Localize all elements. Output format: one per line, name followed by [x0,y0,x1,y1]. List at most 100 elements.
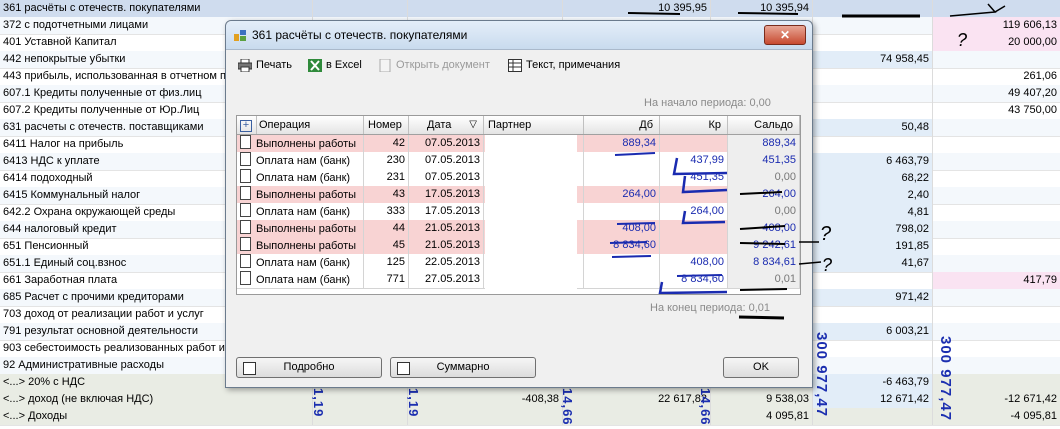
account-name: 651.1 Единый соц.взнос [3,257,127,269]
account-cell [932,204,1060,221]
account-name: 644 налоговый кредит [3,223,117,235]
account-name: 642.2 Охрана окружающей среды [3,206,176,218]
account-cell-value: 41,67 [901,257,929,269]
account-name: 607.1 Кредиты полученные от физ.лиц [3,87,202,99]
close-button[interactable]: ✕ [764,25,806,45]
detailed-button[interactable]: Подробно [236,357,382,378]
print-label: Печать [256,59,293,71]
vertical-total-label: 300 977,47 [937,336,954,422]
account-cell: 417,79 [932,272,1060,289]
account-cell [932,170,1060,187]
print-button[interactable]: Печать [238,57,292,73]
account-cell: -6 463,79 [812,374,933,391]
account-cell-value: 6 003,21 [886,325,929,337]
account-cell: 6 463,79 [812,153,933,170]
account-cell-value: 191,85 [895,240,929,252]
excel-icon [308,58,322,72]
table-icon [508,58,522,72]
account-cell: 9 538,03 [710,391,813,408]
account-cell-value: 12 671,42 [880,393,929,405]
account-cell [932,153,1060,170]
text-notes-button[interactable]: Текст, примечания [508,57,620,73]
account-cell-value: 9 538,03 [766,393,809,405]
hand-annotation-end [738,315,785,320]
account-cell: 4 095,81 [710,408,813,425]
vertical-total-label: 300 977,47 [813,332,830,418]
open-document-button[interactable]: Открыть документ [378,57,490,73]
text-notes-label: Текст, примечания [526,59,621,71]
account-cell-value: 68,22 [901,172,929,184]
account-name: 401 Уставной Капитал [3,36,117,48]
account-cell: 43 750,00 [932,102,1060,119]
account-cell [407,408,563,425]
account-cell: 2,40 [812,187,933,204]
start-period-balance: На начало периода: 0,00 [644,97,771,109]
hand-annotation-arrows [798,241,822,265]
account-name: 661 Заработная плата [3,274,118,286]
vertical-total-label: 14,66 [560,388,575,426]
account-cell: 6 003,21 [812,323,933,340]
excel-button[interactable]: в Excel [308,57,362,73]
account-name: 631 расчеты с отечеств. поставщиками [3,121,204,133]
account-cell [407,0,563,17]
ok-button[interactable]: OK [723,357,799,378]
account-cell-value: 4,81 [907,206,929,218]
vertical-total-label: 1,19 [311,388,326,418]
dialog-titlebar[interactable]: 361 расчёты с отечеств. покупателями ✕ [226,21,812,50]
account-name: 651 Пенсионный [3,240,89,252]
account-cell [932,187,1060,204]
account-name: 607.2 Кредиты полученные от Юр.Лиц [3,104,200,116]
dialog-title: 361 расчёты с отечеств. покупателями [252,28,468,42]
summary-button[interactable]: Суммарно [390,357,536,378]
account-name: 443 прибыль, использованная в отчетном п [3,70,226,82]
account-cell-value: 49 407,20 [1008,87,1057,99]
account-cell [812,357,933,374]
account-cell [812,306,933,323]
account-cell: 49 407,20 [932,85,1060,102]
account-name: <...> Доходы [3,410,68,422]
account-cell-value: 2,40 [907,189,929,201]
account-name: 6413 НДС к уплате [3,155,100,167]
printer-icon [238,58,252,72]
account-cell-value: 417,79 [1023,274,1057,286]
account-name: 903 себестоимость реализованных работ и [3,342,225,354]
account-row[interactable]: <...> доход (не включая НДС) -408,38 22 61… [0,391,1060,409]
account-cell [812,85,933,102]
account-cell [932,306,1060,323]
account-name: 685 Расчет с прочими кредиторами [3,291,184,303]
app-icon [234,30,246,41]
account-cell: 22 617,82 [562,391,711,408]
document-icon [379,58,391,72]
account-cell-value: 50,48 [901,121,929,133]
account-cell [812,408,933,425]
question-mark-annotation: ? [957,30,968,50]
account-name: 791 результат основной деятельности [3,325,198,337]
account-name: 361 расчёты с отечеств. покупателями [3,2,201,14]
account-cell [812,102,933,119]
hand-annotations-grid [609,152,788,294]
account-cell: 12 671,42 [812,391,933,408]
account-cell [312,391,408,408]
account-cell-value: 43 750,00 [1008,104,1057,116]
account-cell [932,119,1060,136]
account-cell: 261,06 [932,68,1060,85]
detailed-label: Подробно [283,361,335,373]
account-cell [812,340,933,357]
account-cell: 50,48 [812,119,933,136]
account-cell [312,0,408,17]
account-name: 372 с подотчетными лицами [3,19,149,31]
account-cell [932,289,1060,306]
account-cell [312,408,408,425]
account-cell [812,136,933,153]
account-cell [562,408,711,425]
transactions-grid: + Операция Номер Дата ▽ Партнер Дб Кр Са… [236,115,801,295]
account-cell-value: 4 095,81 [766,410,809,422]
account-name: 6414 подоходный [3,172,93,184]
account-name: <...> 20% с НДС [3,376,86,388]
account-row[interactable]: <...> Доходы 4 095,81 -4 095,81 [0,408,1060,426]
account-cell [932,255,1060,272]
account-name: 6415 Коммунальный налог [3,189,141,201]
account-cell-value: -12 671,42 [1004,393,1057,405]
account-cell: 68,22 [812,170,933,187]
ok-label: OK [753,361,769,373]
